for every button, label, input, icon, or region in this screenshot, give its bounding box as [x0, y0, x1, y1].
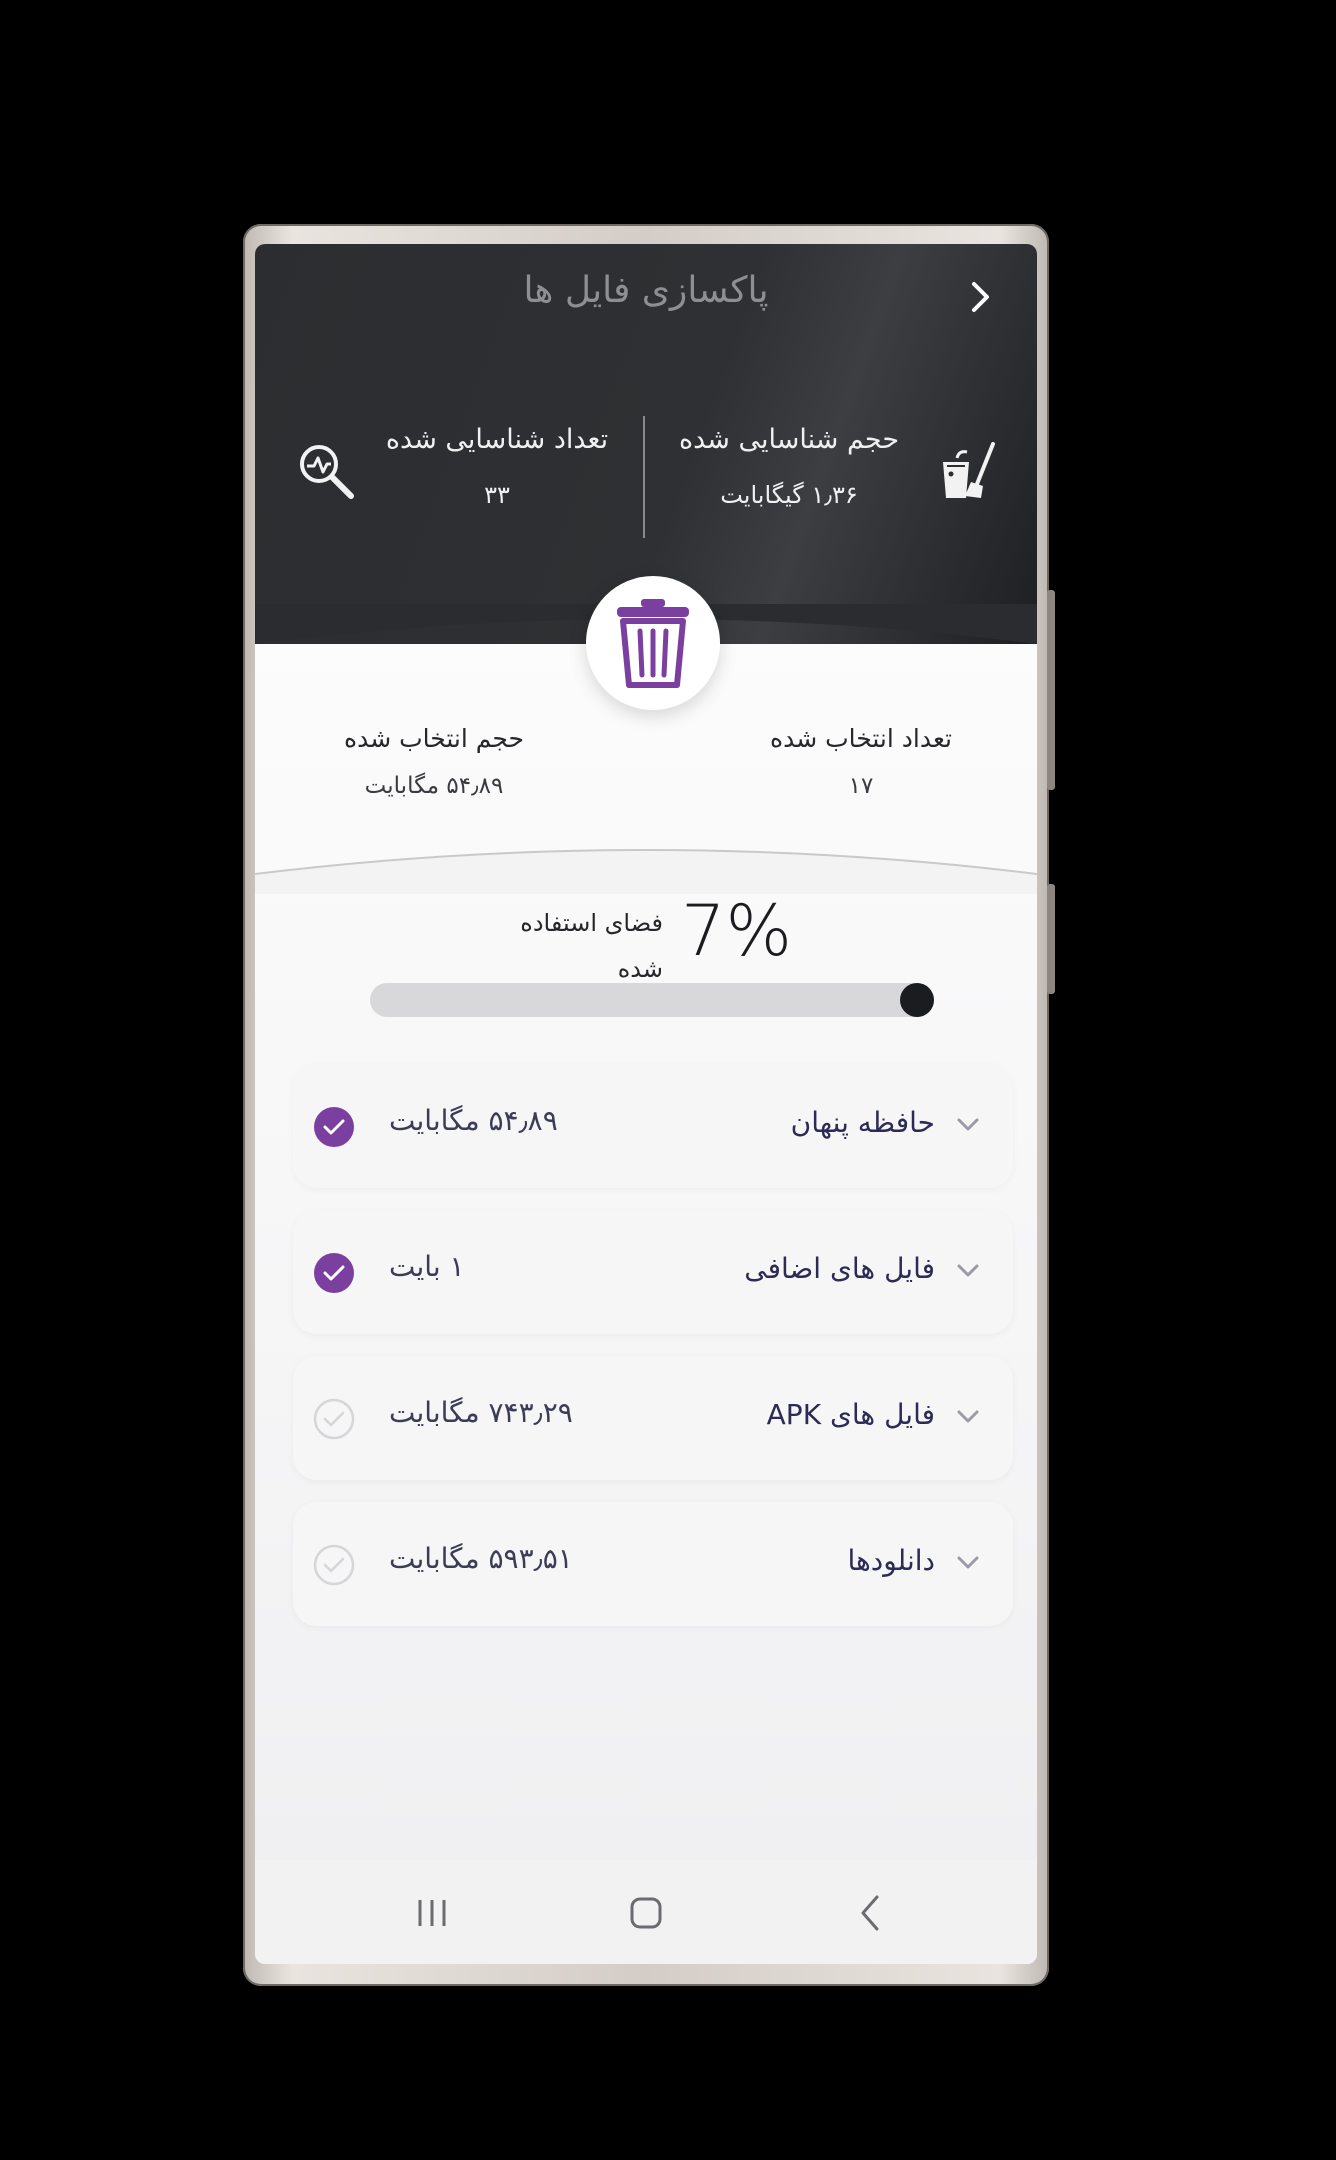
checked-checkbox-icon[interactable]	[313, 1252, 355, 1294]
category-size: ۱ بایت	[389, 1250, 465, 1283]
detected-size-label: حجم شناسایی شده	[678, 424, 900, 455]
broom-bucket-icon	[943, 442, 995, 498]
volume-button	[1047, 590, 1055, 790]
category-size: ۵۹۳٫۵۱ مگابایت	[389, 1542, 573, 1575]
checked-checkbox-icon[interactable]	[313, 1106, 355, 1148]
recents-button[interactable]	[407, 1888, 457, 1938]
selected-size-value: ۵۴٫۸۹ مگابایت	[364, 773, 504, 799]
unchecked-checkbox-icon[interactable]	[313, 1544, 355, 1586]
detected-size-value: ۱٫۳۶ گیگابایت	[720, 481, 858, 509]
back-icon	[861, 1895, 879, 1931]
category-name: حافظه پنهان	[790, 1106, 935, 1139]
detected-count: تعداد شناسایی شده ۳۳	[367, 424, 627, 509]
chevron-down-icon[interactable]	[953, 1548, 983, 1578]
chevron-down-icon[interactable]	[953, 1110, 983, 1140]
nav-back-button[interactable]	[845, 1888, 895, 1938]
chevron-down-icon[interactable]	[953, 1256, 983, 1286]
selected-size: حجم انتخاب شده ۵۴٫۸۹ مگابایت	[319, 724, 549, 799]
category-name: فایل های APK	[766, 1398, 935, 1431]
selected-count: تعداد انتخاب شده ۱۷	[751, 724, 971, 799]
category-size: ۷۴۳٫۲۹ مگابایت	[389, 1396, 573, 1429]
stat-divider	[643, 416, 645, 538]
unchecked-checkbox-icon[interactable]	[313, 1398, 355, 1440]
search-analysis-icon	[300, 445, 354, 499]
category-item[interactable]: فایل های APK ۷۴۳٫۲۹ مگابایت	[293, 1356, 1013, 1480]
detected-size: حجم شناسایی شده ۱٫۳۶ گیگابایت	[669, 424, 909, 509]
chevron-right-icon	[972, 282, 989, 312]
usage-progress-bar	[370, 983, 934, 1017]
usage-progress-knob	[900, 983, 934, 1017]
usage-percent: 7%	[681, 890, 793, 972]
screen: پاکسازی فایل ها حجم شناسایی شده ۱٫۳۶ گیگ…	[255, 244, 1037, 1964]
recents-icon	[418, 1900, 446, 1926]
detected-count-value: ۳۳	[484, 481, 510, 509]
chevron-down-icon[interactable]	[953, 1402, 983, 1432]
system-navbar	[255, 1860, 1037, 1964]
power-button	[1047, 884, 1055, 994]
home-button[interactable]	[621, 1888, 671, 1938]
selected-count-value: ۱۷	[848, 773, 874, 799]
trash-icon	[617, 599, 689, 688]
category-size: ۵۴٫۸۹ مگابایت	[389, 1104, 558, 1137]
back-button[interactable]	[961, 274, 1001, 320]
page-title: پاکسازی فایل ها	[523, 270, 769, 311]
category-item[interactable]: حافظه پنهان ۵۴٫۸۹ مگابایت	[293, 1064, 1013, 1188]
usage-label: فضای استفاده شده	[520, 909, 663, 983]
detected-count-label: تعداد شناسایی شده	[385, 424, 609, 455]
section-curve	[255, 849, 1037, 894]
phone-frame: پاکسازی فایل ها حجم شناسایی شده ۱٫۳۶ گیگ…	[243, 224, 1055, 1986]
home-icon	[630, 1897, 662, 1929]
selected-size-label: حجم انتخاب شده	[343, 724, 525, 753]
category-item[interactable]: فایل های اضافی ۱ بایت	[293, 1210, 1013, 1334]
selected-count-label: تعداد انتخاب شده	[769, 724, 953, 753]
category-name: دانلودها	[847, 1544, 935, 1577]
usage-summary: 7% فضای استفاده شده	[255, 890, 1037, 983]
category-item[interactable]: دانلودها ۵۹۳٫۵۱ مگابایت	[293, 1502, 1013, 1626]
category-name: فایل های اضافی	[744, 1252, 935, 1285]
clean-trash-button[interactable]	[586, 576, 720, 710]
